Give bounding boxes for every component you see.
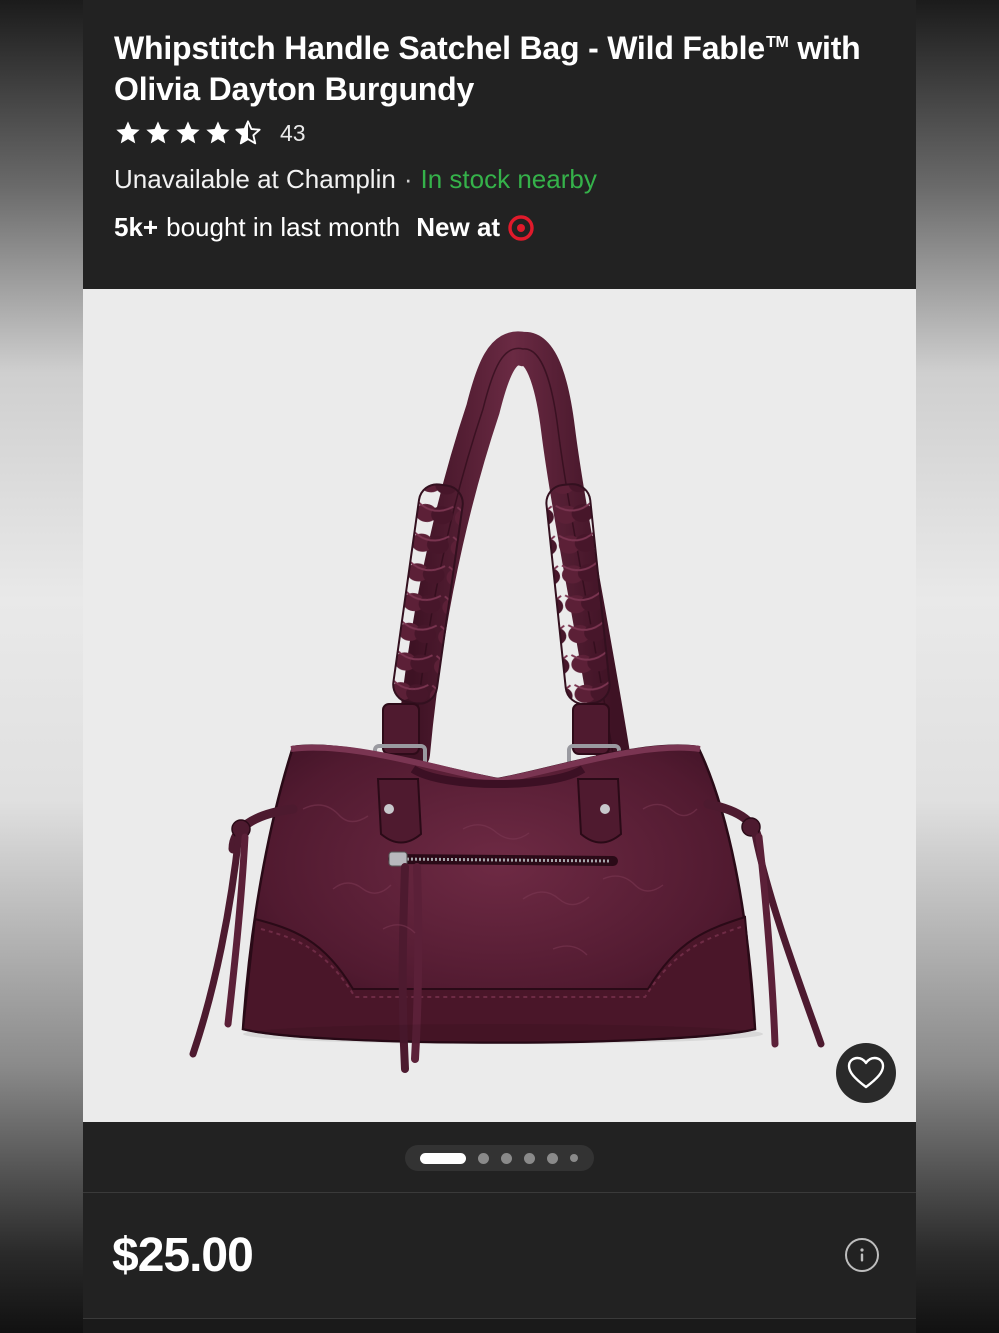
favorite-button[interactable] <box>836 1043 896 1103</box>
carousel-dot-active[interactable] <box>420 1152 466 1164</box>
new-at-label: New at <box>416 212 501 242</box>
carousel-dots[interactable] <box>405 1145 594 1171</box>
heart-icon <box>847 1056 885 1089</box>
carousel-dot[interactable] <box>524 1152 535 1164</box>
product-page: Whipstitch Handle Satchel Bag - Wild Fab… <box>83 0 916 1333</box>
rating-stars[interactable]: 43 <box>114 117 306 149</box>
carousel-dot[interactable] <box>501 1152 512 1164</box>
availability-line: Unavailable at Champlin · In stock nearby <box>114 164 597 195</box>
product-title: Whipstitch Handle Satchel Bag - Wild Fab… <box>114 22 874 110</box>
rating-count: 43 <box>280 119 306 146</box>
in-stock-nearby[interactable]: In stock nearby <box>421 164 597 194</box>
info-icon <box>860 1248 864 1262</box>
star-icon <box>176 121 200 144</box>
carousel-dot[interactable] <box>547 1152 558 1164</box>
product-title-text: Whipstitch Handle Satchel Bag - Wild Fab… <box>114 30 765 66</box>
star-icon <box>146 121 170 144</box>
bottom-edge <box>83 1318 916 1333</box>
product-header: Whipstitch Handle Satchel Bag - Wild Fab… <box>83 0 916 289</box>
bought-count: 5k+ <box>114 212 159 242</box>
carousel-dot[interactable] <box>478 1152 489 1164</box>
store-availability[interactable]: Unavailable at Champlin <box>114 164 396 194</box>
product-price: $25.00 <box>112 1229 254 1282</box>
carousel-dot[interactable] <box>570 1154 578 1162</box>
star-icon <box>206 121 230 144</box>
bought-text: bought in last month <box>166 212 401 242</box>
star-half-icon <box>235 120 261 145</box>
availability-separator: · <box>403 164 413 194</box>
star-icon <box>116 121 140 144</box>
social-proof: 5k+ bought in last month New at <box>114 212 534 243</box>
satchel-bag-image <box>189 331 825 1073</box>
carousel-indicator-bar <box>83 1122 916 1192</box>
product-image[interactable] <box>83 289 916 1122</box>
divider <box>83 1192 916 1193</box>
target-bullseye-icon <box>508 214 534 241</box>
trademark-symbol: TM <box>765 34 789 51</box>
price-info-button[interactable] <box>845 1238 879 1272</box>
